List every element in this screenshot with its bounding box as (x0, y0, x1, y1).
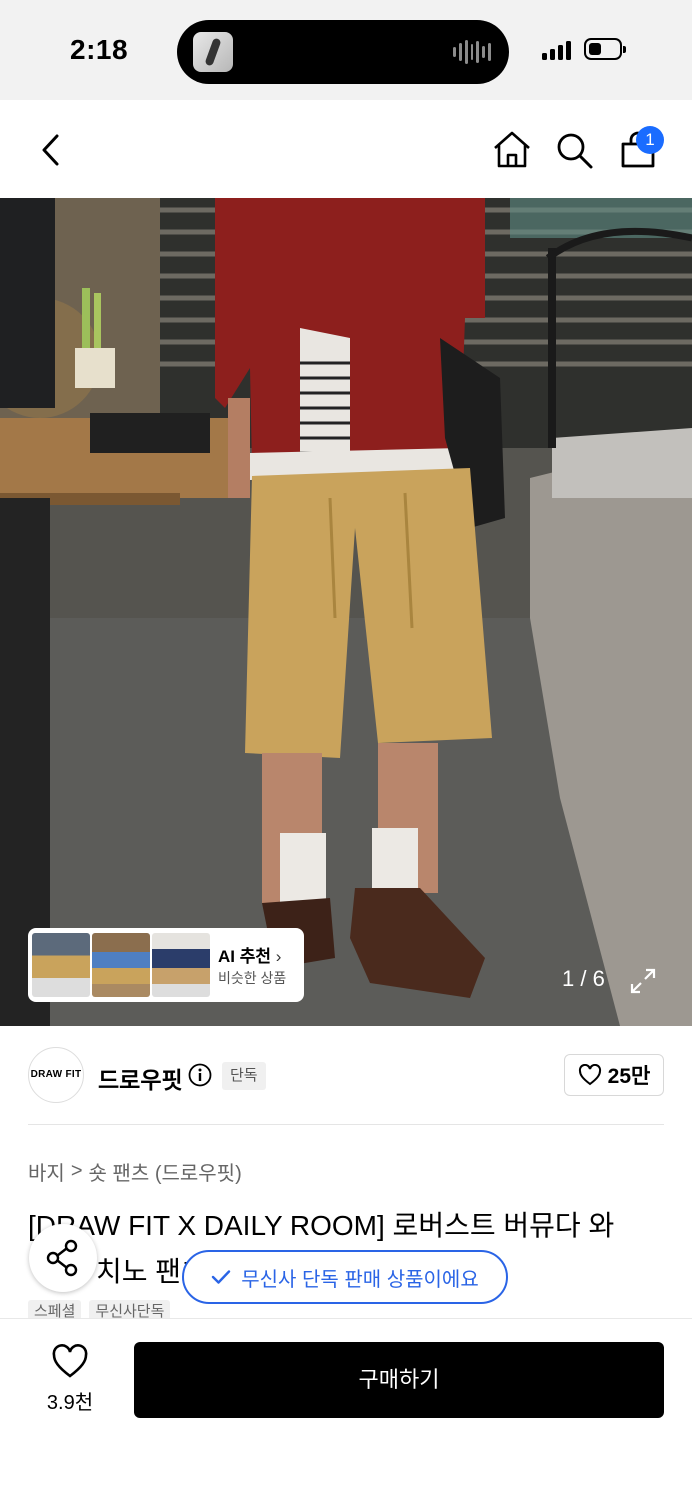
ai-recommendation-title: AI 추천 › (218, 947, 282, 966)
product-image[interactable] (0, 198, 692, 1026)
home-button[interactable] (490, 128, 534, 172)
check-icon (212, 1270, 231, 1284)
chevron-right-icon: › (275, 947, 282, 966)
recommendation-thumbnail[interactable] (92, 933, 150, 997)
share-icon (46, 1239, 78, 1277)
info-icon[interactable] (188, 1063, 212, 1087)
wishlist-count: 3.9천 (46, 1392, 94, 1414)
exclusive-toast: 무신사 단독 판매 상품이에요 (182, 1250, 508, 1304)
status-time: 2:18 (70, 34, 129, 65)
recommendation-thumbnail[interactable] (152, 933, 210, 997)
product-photo (0, 198, 692, 1026)
now-playing-thumbnail (193, 32, 233, 72)
exclusive-badge: 단독 (222, 1062, 266, 1090)
heart-icon (578, 1064, 601, 1086)
top-nav (0, 100, 692, 198)
breadcrumb: 바지 > 숏 팬츠 (드로우핏) (28, 1157, 242, 1186)
image-counter: 1 / 6 (562, 966, 605, 991)
breadcrumb-separator: > (70, 1160, 83, 1182)
audio-wave-icon (453, 40, 492, 64)
buy-button[interactable]: 구매하기 (134, 1342, 664, 1418)
expand-icon (630, 968, 656, 994)
brand-logo[interactable]: DRAW FIT (28, 1047, 84, 1103)
product-title-line1: [DRAW FIT X DAILY ROOM] 로버스트 버뮤다 와 (28, 1210, 615, 1241)
breadcrumb-category[interactable]: 바지 (28, 1157, 65, 1186)
home-icon (494, 131, 530, 168)
search-button[interactable] (552, 128, 596, 172)
battery-icon (584, 38, 626, 60)
expand-button[interactable] (628, 966, 658, 996)
ai-recommendation-card[interactable]: AI 추천 › 비슷한 상품 (28, 928, 304, 1002)
share-button[interactable] (29, 1224, 97, 1292)
cellular-signal-icon (542, 40, 571, 60)
recommendation-thumbnail[interactable] (32, 933, 90, 997)
back-button[interactable] (30, 128, 74, 172)
toast-message: 무신사 단독 판매 상품이에요 (241, 1268, 479, 1291)
breadcrumb-subcategory[interactable]: 숏 팬츠 (드로우핏) (89, 1157, 242, 1186)
dynamic-island[interactable] (177, 20, 509, 84)
divider (28, 1124, 664, 1125)
search-icon (557, 133, 593, 169)
chevron-left-icon (42, 134, 59, 166)
brand-likes-count: 25만 (607, 1065, 651, 1088)
heart-icon (52, 1344, 88, 1378)
brand-like-button[interactable]: 25만 (564, 1054, 664, 1096)
cart-count-badge: 1 (636, 126, 664, 154)
wishlist-button[interactable]: 3.9천 (30, 1344, 110, 1416)
ai-recommendation-subtitle: 비슷한 상품 (218, 970, 287, 986)
brand-name[interactable]: 드로우핏 (98, 1061, 183, 1095)
